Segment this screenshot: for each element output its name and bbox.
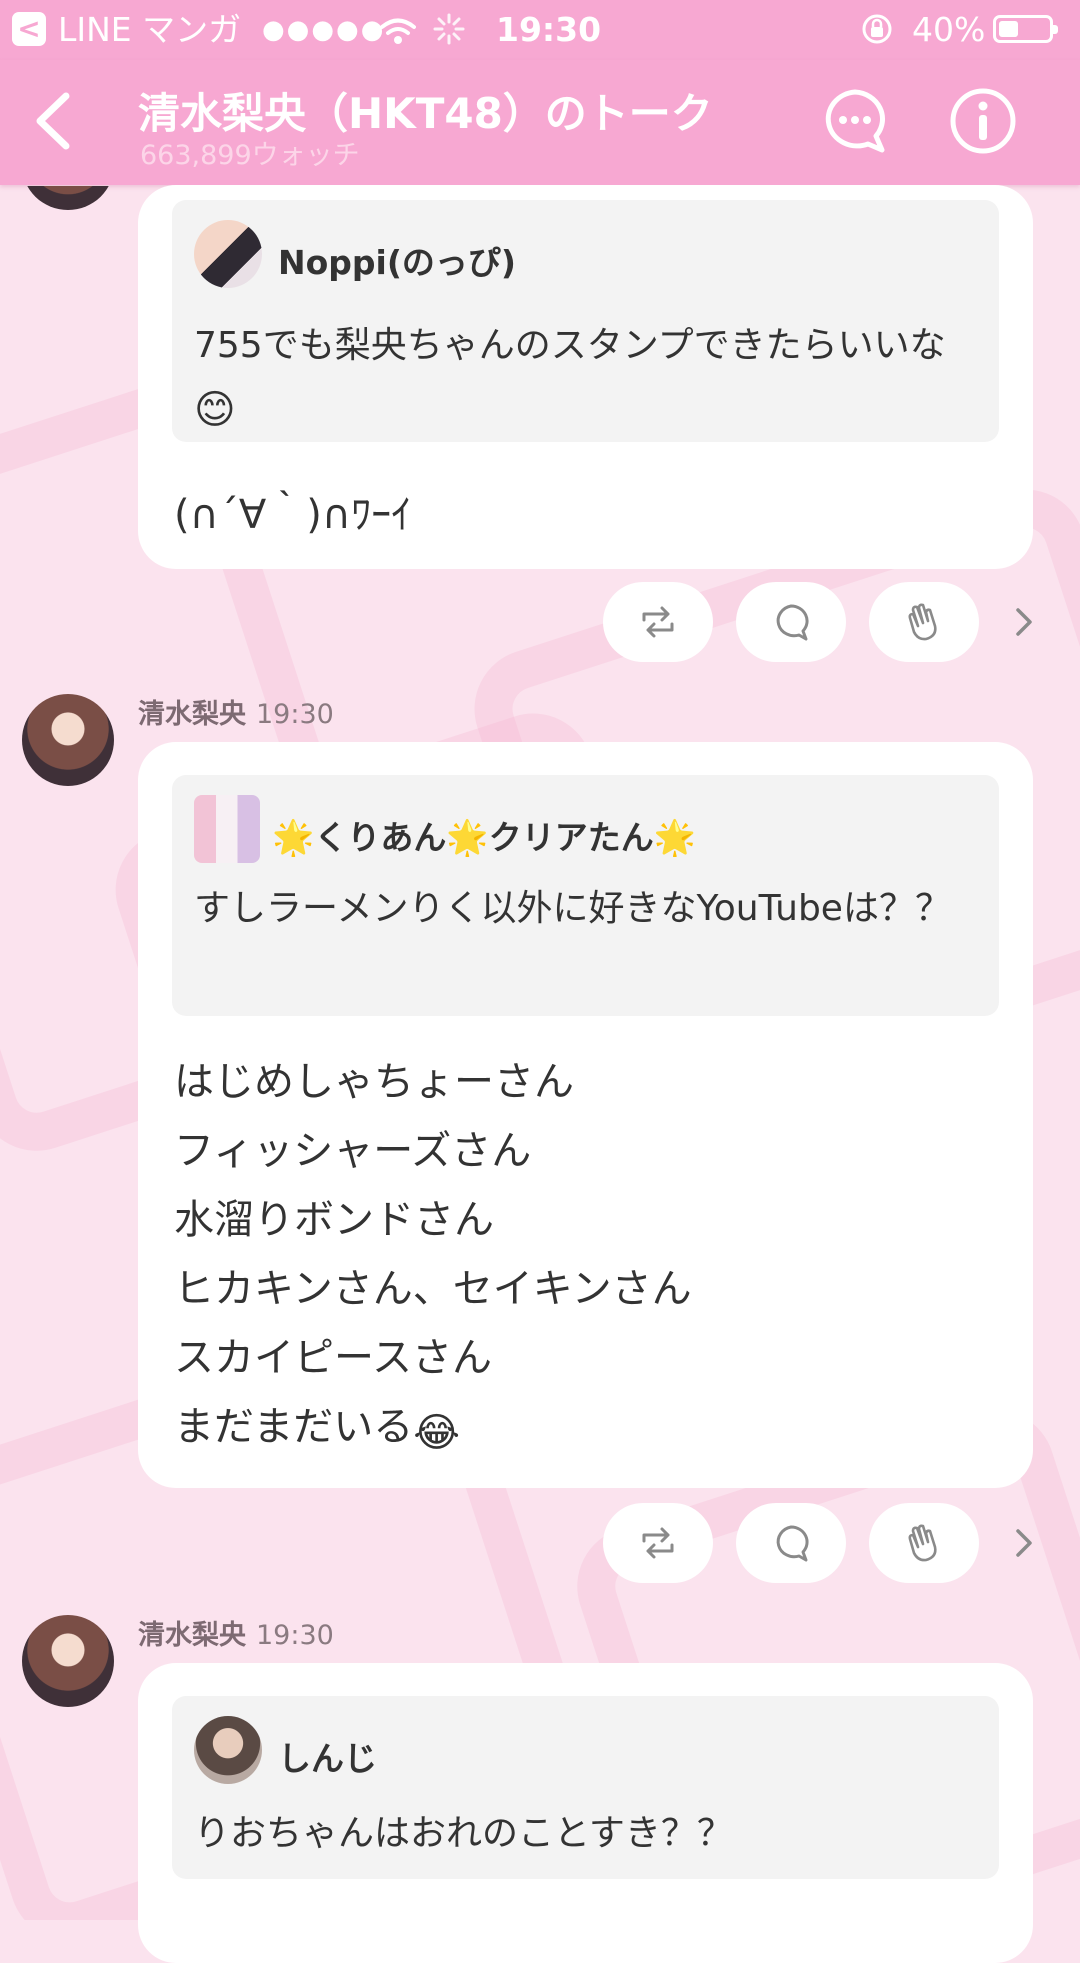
quote-author: 🌟くりあん🌟クリアたん🌟: [272, 818, 697, 858]
wifi-icon: [380, 14, 416, 54]
star-emoji-icon: 🌟: [653, 818, 697, 858]
avatar[interactable]: [22, 694, 114, 786]
chevron-left-icon: [36, 92, 70, 150]
author-name[interactable]: 清水梨央: [138, 1620, 246, 1651]
chevron-right-icon[interactable]: [1010, 1523, 1040, 1563]
back-to-app-icon[interactable]: <: [12, 12, 46, 46]
quote-avatar: [194, 795, 260, 863]
message-card[interactable]: しんじ りおちゃんはおれのことすき？？: [138, 1663, 1033, 1963]
author-name[interactable]: 清水梨央: [138, 699, 246, 730]
page-title: 清水梨央（HKT48）のトーク: [138, 89, 713, 138]
battery-percent: 40%: [912, 10, 986, 49]
header: 清水梨央（HKT48）のトーク 663,899ウォッチ: [0, 60, 1080, 185]
quote-avatar: [194, 1716, 262, 1784]
clap-icon: [908, 1524, 937, 1562]
laughing-emoji-icon: 😂: [413, 1410, 460, 1456]
clap-icon: [908, 603, 937, 641]
clap-button[interactable]: [869, 582, 979, 662]
smile-emoji-icon: 😊: [194, 387, 236, 433]
quoted-comment[interactable]: Noppi(のっぴ) 755でも梨央ちゃんのスタンプできたらいいな😊: [172, 200, 999, 442]
repost-icon: [642, 1527, 674, 1559]
signal-strength: ●●●●●: [262, 15, 386, 45]
star-emoji-icon: 🌟: [446, 818, 489, 858]
comment-button[interactable]: [736, 1503, 846, 1583]
chat-bubble-icon: [825, 89, 885, 153]
battery-icon: [993, 15, 1058, 43]
message-card[interactable]: 🌟くりあん🌟クリアたん🌟 すしラーメンりく以外に好きなYouTubeは？？ はじ…: [138, 742, 1033, 1488]
back-app-label[interactable]: LINE マンガ: [58, 10, 241, 50]
info-icon: [950, 88, 1016, 154]
message-card[interactable]: Noppi(のっぴ) 755でも梨央ちゃんのスタンプできたらいいな😊 (∩´∀｀…: [138, 185, 1033, 569]
reply-text: (∩´∀｀)∩ﾜｰｲ: [174, 492, 412, 538]
quote-text: りおちゃんはおれのことすき？？: [194, 1813, 733, 1854]
info-button[interactable]: [948, 86, 1018, 160]
message-meta: 清水梨央 19:30: [138, 1613, 334, 1652]
back-button[interactable]: [30, 90, 74, 156]
repost-button[interactable]: [603, 582, 713, 662]
comment-icon: [776, 1525, 809, 1562]
quote-text: 755でも梨央ちゃんのスタンプできたらいいな😊: [194, 325, 946, 433]
avatar[interactable]: [22, 1615, 114, 1707]
chevron-right-icon[interactable]: [1010, 602, 1040, 642]
comment-button[interactable]: [736, 582, 846, 662]
message-meta: 清水梨央 19:30: [138, 692, 334, 731]
quoted-comment[interactable]: 🌟くりあん🌟クリアたん🌟 すしラーメンりく以外に好きなYouTubeは？？: [172, 775, 999, 1016]
rotation-lock-icon: [860, 12, 894, 55]
activity-spinner-icon: [432, 12, 466, 55]
quoted-comment[interactable]: しんじ りおちゃんはおれのことすき？？: [172, 1696, 999, 1879]
quote-avatar: [194, 220, 262, 288]
message-time: 19:30: [256, 1620, 334, 1651]
quote-author: しんじ: [278, 1739, 377, 1778]
watch-count: 663,899ウォッチ: [140, 140, 360, 171]
reply-text: はじめしゃちょーさん フィッシャーズさん 水溜りボンドさん ヒカキンさん、セイキ…: [174, 1059, 692, 1456]
status-bar: < LINE マンガ ●●●●● 19:30 40%: [0, 0, 1080, 60]
repost-icon: [642, 606, 674, 638]
status-time: 19:30: [496, 10, 602, 49]
chat-button[interactable]: [820, 86, 890, 160]
quote-author: Noppi(のっぴ): [278, 243, 517, 282]
quote-text: すしラーメンりく以外に好きなYouTubeは？？: [194, 888, 951, 929]
comment-icon: [776, 604, 809, 641]
clap-button[interactable]: [869, 1503, 979, 1583]
star-emoji-icon: 🌟: [272, 818, 315, 858]
message-time: 19:30: [256, 699, 334, 730]
repost-button[interactable]: [603, 1503, 713, 1583]
